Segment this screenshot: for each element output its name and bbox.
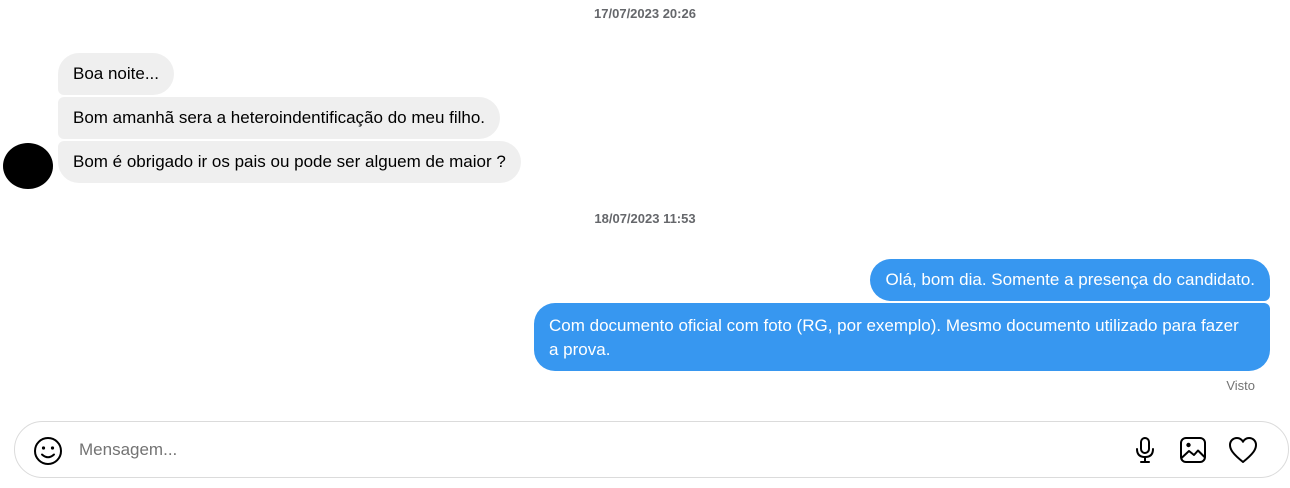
microphone-icon[interactable] xyxy=(1130,435,1160,465)
message-timestamp: 17/07/2023 20:26 xyxy=(594,6,696,21)
outgoing-message[interactable]: Olá, bom dia. Somente a presença do cand… xyxy=(870,259,1270,301)
image-icon[interactable] xyxy=(1178,435,1208,465)
chat-thread: 17/07/2023 20:26 Boa noite... Bom amanhã… xyxy=(0,0,1290,488)
heart-icon[interactable] xyxy=(1227,435,1259,465)
incoming-message[interactable]: Bom é obrigado ir os pais ou pode ser al… xyxy=(58,141,521,183)
message-timestamp: 18/07/2023 11:53 xyxy=(594,211,696,226)
sender-avatar[interactable] xyxy=(3,143,53,189)
outgoing-message[interactable]: Com documento oficial com foto (RG, por … xyxy=(534,303,1270,371)
seen-status: Visto xyxy=(1226,378,1255,393)
message-composer xyxy=(14,421,1289,478)
incoming-message[interactable]: Bom amanhã sera a heteroindentificação d… xyxy=(58,97,501,139)
emoji-icon[interactable] xyxy=(32,435,64,467)
message-input[interactable] xyxy=(79,431,1119,469)
incoming-message[interactable]: Boa noite... xyxy=(58,53,175,95)
